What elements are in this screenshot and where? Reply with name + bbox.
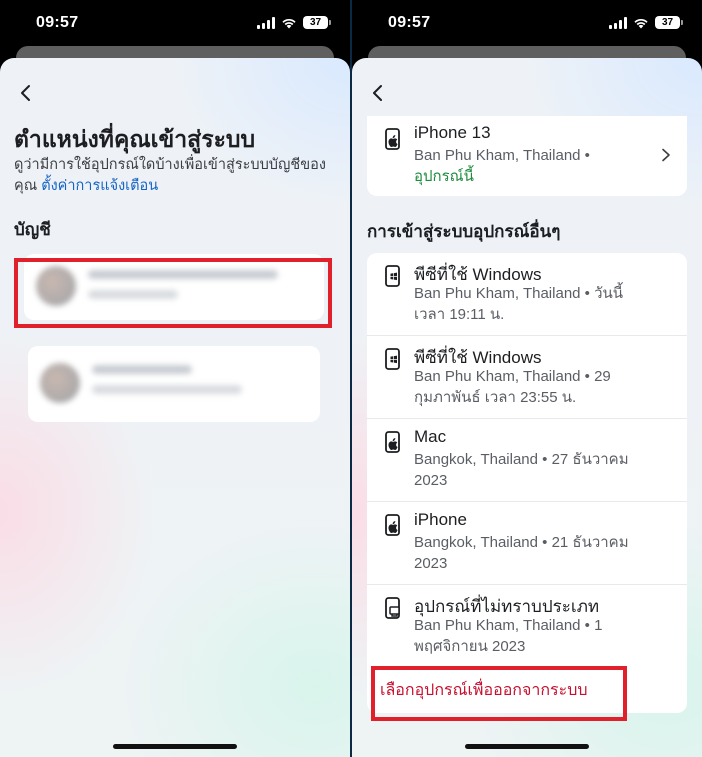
chevron-right-icon (662, 148, 670, 162)
device-info-line2: 2023 (414, 472, 448, 489)
device-info: Bangkok, Thailand • 27 ธันวาคม 2023 (414, 449, 664, 491)
cellular-signal-icon (609, 16, 627, 29)
home-indicator (113, 744, 237, 749)
device-row[interactable]: พีซีที่ใช้ Windows Ban Phu Kham, Thailand… (367, 336, 687, 419)
status-time: 09:57 (36, 14, 79, 31)
device-info: Ban Phu Kham, Thailand • วันนี้เวลา 19:1… (414, 283, 664, 325)
alert-settings-link[interactable]: ตั้งค่าการแจ้งเตือน (41, 178, 158, 194)
wifi-icon (634, 18, 648, 28)
cellular-signal-icon (257, 16, 275, 29)
unknown-device-icon (385, 597, 400, 619)
device-info-line2: 2023 (414, 555, 448, 572)
status-bar: 09:57 37 (0, 0, 350, 46)
status-time: 09:57 (388, 14, 431, 31)
chevron-left-icon (373, 85, 382, 101)
device-row[interactable]: อุปกรณ์ที่ไม่ทราบประเภท Ban Phu Kham, Tha… (367, 585, 687, 668)
login-locations-sheet: ตำแหน่งที่คุณเข้าสู่ระบบ ดูว่ามีการใช้อุ… (0, 58, 350, 757)
back-button[interactable] (18, 84, 34, 102)
device-info-line1: Bangkok, Thailand • 27 ธันวาคม (414, 451, 629, 468)
device-info-line1: Ban Phu Kham, Thailand • วันนี้ (414, 285, 624, 302)
back-button[interactable] (370, 84, 386, 102)
current-device-card[interactable]: iPhone 13 Ban Phu Kham, Thailand • อุปกร… (367, 116, 687, 196)
wifi-icon (282, 18, 296, 28)
phone-windows-icon (385, 265, 400, 287)
highlight-box (14, 258, 332, 328)
battery-icon: 37 (303, 16, 331, 29)
device-row[interactable]: iPhone Bangkok, Thailand • 21 ธันวาคม 2023 (367, 502, 687, 585)
device-row[interactable]: Mac Bangkok, Thailand • 27 ธันวาคม 2023 (367, 419, 687, 502)
device-info-line2: พฤศจิกายน 2023 (414, 638, 526, 655)
device-info: Ban Phu Kham, Thailand • อุปกรณ์นี้ (414, 145, 664, 187)
right-screen: 09:57 37 iPhone 13 Ban Phu Kham, Thailan… (352, 0, 702, 757)
this-device-tag: อุปกรณ์นี้ (414, 168, 474, 185)
device-row[interactable]: พีซีที่ใช้ Windows Ban Phu Kham, Thailand… (367, 253, 687, 336)
device-info-line2: เวลา 19:11 น. (414, 306, 505, 323)
device-info-line1: Bangkok, Thailand • 21 ธันวาคม (414, 534, 629, 551)
battery-icon: 37 (655, 16, 683, 29)
device-info: Ban Phu Kham, Thailand • 29 กุมภาพันธ์ เว… (414, 366, 664, 408)
device-location: Ban Phu Kham, Thailand • (414, 147, 590, 164)
device-name: Mac (414, 427, 447, 446)
chevron-left-icon (21, 85, 30, 101)
device-info: Bangkok, Thailand • 21 ธันวาคม 2023 (414, 532, 664, 574)
highlight-box (371, 666, 627, 721)
page-description: ดูว่ามีการใช้อุปกรณ์ใดบ้างเพื่อเข้าสู่ระ… (14, 155, 339, 197)
home-indicator (465, 744, 589, 749)
accounts-heading: บัญชี (14, 220, 51, 239)
other-devices-card: พีซีที่ใช้ Windows Ban Phu Kham, Thailand… (367, 253, 687, 713)
device-name: iPhone 13 (414, 123, 491, 142)
account-card-blurred[interactable] (28, 346, 320, 422)
phone-apple-icon (385, 128, 400, 150)
devices-sheet: iPhone 13 Ban Phu Kham, Thailand • อุปกร… (352, 58, 702, 757)
device-info-line1: Ban Phu Kham, Thailand • 29 (414, 368, 611, 385)
page-title: ตำแหน่งที่คุณเข้าสู่ระบบ (14, 126, 256, 152)
device-info: Ban Phu Kham, Thailand • 1 พฤศจิกายน 2023 (414, 615, 664, 657)
status-bar: 09:57 37 (352, 0, 702, 46)
phone-windows-icon (385, 348, 400, 370)
left-screen: 09:57 37 ตำแหน่งที่คุณเข้าสู่ระบบ ดูว่าม… (0, 0, 350, 757)
device-info-line1: Ban Phu Kham, Thailand • 1 (414, 617, 603, 634)
device-name: iPhone (414, 510, 467, 529)
avatar (40, 363, 80, 403)
other-devices-heading: การเข้าสู่ระบบอุปกรณ์อื่นๆ (367, 222, 561, 241)
device-info-line2: กุมภาพันธ์ เวลา 23:55 น. (414, 389, 577, 406)
phone-apple-icon (385, 431, 400, 453)
phone-apple-icon (385, 514, 400, 536)
